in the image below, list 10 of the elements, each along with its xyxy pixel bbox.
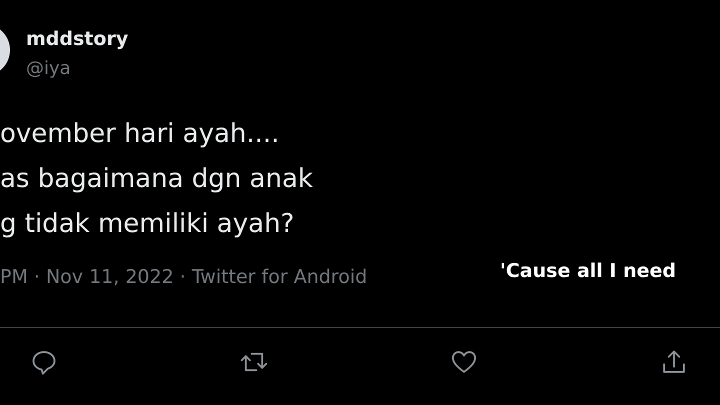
tweet-timestamp: PM · Nov 11, 2022 · Twitter for Android: [0, 265, 368, 290]
share-icon[interactable]: [660, 348, 688, 376]
tweet-text-line: g tidak memiliki ayah?: [0, 208, 296, 241]
tweet-text-line: ovember hari ayah....: [0, 118, 280, 151]
video-caption: 'Cause all I need: [500, 259, 676, 284]
heart-icon[interactable]: [450, 348, 478, 376]
reply-icon[interactable]: [30, 348, 58, 376]
display-name[interactable]: mddstory: [26, 26, 128, 52]
user-handle[interactable]: @iya: [26, 56, 128, 82]
tweet-text-line: as bagaimana dgn anak: [0, 163, 314, 196]
